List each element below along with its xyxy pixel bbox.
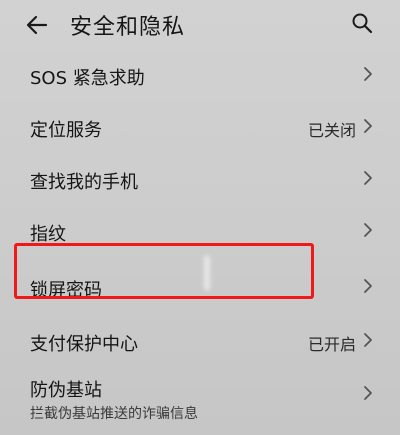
list-item-label: SOS 紧急求助 (30, 68, 145, 89)
back-button[interactable] (22, 10, 52, 40)
payment-protection-status: 已开启 (307, 335, 356, 354)
chevron-right-icon (364, 386, 372, 400)
chevron-right-icon (364, 171, 372, 185)
page-title: 安全和隐私 (70, 15, 186, 40)
list-item-label: 防伪基站 (30, 380, 102, 401)
back-arrow-icon (26, 15, 48, 35)
list-item-find-my-phone[interactable]: 查找我的手机 (0, 154, 400, 206)
location-status: 已关闭 (307, 121, 356, 140)
list-item-label: 查找我的手机 (30, 172, 138, 193)
chevron-right-icon (364, 119, 372, 133)
list-item-label: 定位服务 (30, 120, 102, 141)
list-item-location[interactable]: 定位服务 已关闭 (0, 102, 400, 154)
list-item-payment-protection[interactable]: 支付保护中心 已开启 (0, 316, 400, 368)
settings-screen: 安全和隐私 SOS 紧急求助 定位服务 已关闭 查找我的手机 指纹 锁屏密码 支… (0, 0, 400, 435)
chevron-right-icon (364, 223, 372, 237)
list-item-subtitle: 拦截伪基站推送的诈骗信息 (30, 406, 198, 422)
search-button[interactable] (348, 9, 376, 37)
chevron-right-icon (364, 279, 372, 293)
list-item-sos[interactable]: SOS 紧急求助 (0, 50, 400, 102)
chevron-right-icon (364, 67, 372, 81)
search-icon (352, 13, 373, 34)
chevron-right-icon (364, 333, 372, 347)
list-item-label: 支付保护中心 (30, 334, 138, 355)
header: 安全和隐私 (0, 0, 400, 52)
list-item-fake-base-station[interactable]: 防伪基站 拦截伪基站推送的诈骗信息 (0, 368, 400, 435)
highlight-box (14, 243, 314, 299)
